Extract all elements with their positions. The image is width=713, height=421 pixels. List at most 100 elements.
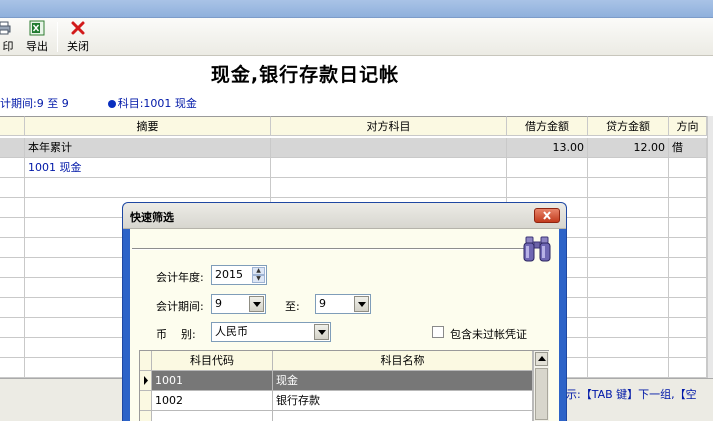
row-indicator — [0, 258, 25, 278]
currency-select[interactable]: 人民币 — [211, 322, 331, 342]
cell-direction — [669, 318, 707, 338]
close-icon — [543, 211, 551, 220]
include-unposted-label: 包含未过帐凭证 — [450, 328, 527, 341]
scroll-thumb[interactable] — [535, 368, 548, 420]
status-hint: 示:【TAB 键】下一组,【空 — [566, 388, 697, 401]
cell-direction — [669, 178, 707, 198]
chevron-down-icon[interactable] — [354, 296, 369, 312]
cell-counter-account — [271, 178, 507, 198]
account-name-cell[interactable]: 银行存款 — [273, 391, 533, 411]
row-indicator — [0, 158, 25, 178]
account-name-cell[interactable]: 现金 — [273, 371, 533, 391]
cell-direction — [669, 198, 707, 218]
cell-direction — [669, 218, 707, 238]
fiscal-year-value: 2015 — [215, 268, 243, 281]
account-info: 科目:1001 现金 — [117, 97, 197, 110]
chevron-down-icon[interactable] — [314, 324, 329, 340]
row-indicator — [0, 178, 25, 198]
cell-credit — [588, 238, 669, 258]
include-unposted-checkbox[interactable] — [432, 326, 444, 338]
table-row[interactable]: 本年累计 13.00 12.00 借 — [0, 138, 713, 158]
row-indicator — [0, 278, 25, 298]
account-code-cell[interactable] — [152, 411, 273, 421]
grid-header-summary[interactable]: 摘要 — [25, 116, 271, 136]
row-indicator — [0, 298, 25, 318]
period-to-value: 9 — [319, 297, 326, 310]
toolbar: 印 导出 关闭 — [0, 18, 713, 56]
row-pointer — [140, 371, 152, 391]
grid-vertical-scrollbar[interactable] — [707, 116, 713, 378]
period-info: 计期间:9 至 9 — [0, 97, 69, 110]
close-icon — [71, 21, 85, 35]
grid-header-row: 摘要 对方科目 借方金额 贷方金额 方向 — [0, 116, 713, 136]
cell-summary: 1001 现金 — [25, 158, 271, 178]
cell-direction — [669, 238, 707, 258]
cell-credit: 12.00 — [588, 138, 669, 158]
cell-credit — [588, 158, 669, 178]
row-indicator — [0, 238, 25, 258]
cell-credit — [588, 278, 669, 298]
grid-header-direction[interactable]: 方向 — [669, 116, 707, 136]
cell-direction — [669, 258, 707, 278]
export-label: 导出 — [26, 40, 48, 53]
cell-direction — [669, 298, 707, 318]
account-table-header-code[interactable]: 科目代码 — [152, 351, 273, 371]
spin-up-icon[interactable]: ▲ — [252, 267, 265, 275]
scroll-up-icon[interactable] — [535, 352, 548, 366]
period-label: 会计期间: — [156, 300, 204, 313]
quick-filter-dialog: 快速筛选 会计年度: 2015 ▲ ▼ 会计期间: 9 至: 9 币 别: 人民… — [122, 202, 567, 421]
fiscal-year-spinner[interactable]: 2015 ▲ ▼ — [211, 265, 267, 285]
account-table-corner — [140, 351, 152, 371]
dialog-titlebar[interactable]: 快速筛选 — [123, 203, 566, 229]
cell-credit — [588, 298, 669, 318]
dialog-title: 快速筛选 — [130, 211, 174, 224]
cell-credit — [588, 198, 669, 218]
grid-header-credit[interactable]: 贷方金额 — [588, 116, 669, 136]
account-table-scrollbar[interactable] — [533, 351, 549, 421]
account-table-header-name[interactable]: 科目名称 — [273, 351, 533, 371]
account-code-cell[interactable]: 1002 — [152, 391, 273, 411]
cell-credit — [588, 258, 669, 278]
excel-icon — [29, 20, 45, 36]
period-from-value: 9 — [215, 297, 222, 310]
row-indicator — [0, 218, 25, 238]
print-button[interactable]: 印 — [0, 20, 16, 54]
cell-direction: 借 — [669, 138, 707, 158]
row-pointer-icon — [144, 376, 148, 385]
binoculars-icon — [523, 236, 551, 262]
dialog-body: 会计年度: 2015 ▲ ▼ 会计期间: 9 至: 9 币 别: 人民币 包含未… — [130, 229, 559, 421]
period-to-select[interactable]: 9 — [315, 294, 371, 314]
dialog-divider — [132, 248, 530, 250]
spin-down-icon[interactable]: ▼ — [252, 275, 265, 283]
print-label: 印 — [2, 40, 14, 53]
cell-counter-account — [271, 138, 507, 158]
cell-direction — [669, 158, 707, 178]
toolbar-separator — [57, 22, 58, 52]
grid-header-debit[interactable]: 借方金额 — [507, 116, 588, 136]
report-title: 现金,银行存款日记帐 — [210, 64, 400, 86]
table-row[interactable] — [0, 178, 713, 198]
cell-direction — [669, 278, 707, 298]
account-name-cell[interactable] — [273, 411, 533, 421]
dialog-close-button[interactable] — [534, 208, 560, 223]
cell-credit — [588, 338, 669, 358]
currency-value: 人民币 — [215, 325, 248, 338]
cell-direction — [669, 338, 707, 358]
fiscal-year-label: 会计年度: — [156, 271, 204, 284]
window-titlebar — [0, 0, 713, 18]
period-from-select[interactable]: 9 — [211, 294, 266, 314]
account-code-cell[interactable]: 1001 — [152, 371, 273, 391]
cell-debit: 13.00 — [507, 138, 588, 158]
export-button[interactable]: 导出 — [22, 20, 52, 54]
cell-direction — [669, 358, 707, 378]
period-to-label: 至: — [285, 300, 300, 313]
row-indicator — [0, 318, 25, 338]
row-pointer — [140, 411, 152, 421]
table-row[interactable]: 1001 现金 — [0, 158, 713, 178]
account-table: 科目代码 科目名称 1001 现金 1002 银行存款 — [139, 350, 549, 421]
year-spin-buttons[interactable]: ▲ ▼ — [252, 267, 265, 283]
close-button[interactable]: 关闭 — [63, 20, 93, 54]
grid-header-counter-account[interactable]: 对方科目 — [271, 116, 507, 136]
chevron-down-icon[interactable] — [249, 296, 264, 312]
row-indicator — [0, 338, 25, 358]
